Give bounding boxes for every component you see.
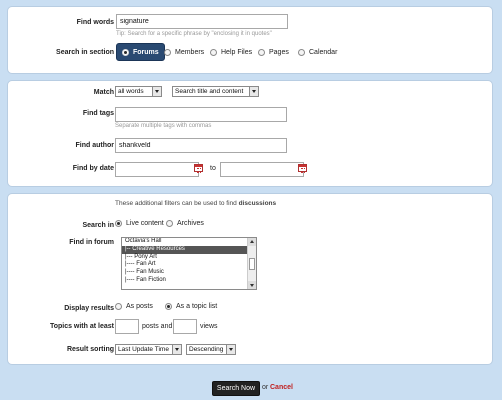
result-sorting-label: Result sorting (66, 346, 114, 353)
forum-list-item[interactable]: |---- Fan Music (122, 269, 256, 277)
sort-order-select[interactable]: Descending (186, 344, 236, 355)
topics-at-least-label: Topics with at least (49, 323, 114, 330)
find-words-input[interactable] (116, 14, 288, 29)
radio-icon (166, 220, 173, 227)
chevron-down-icon (172, 345, 181, 354)
section-option-calendar[interactable]: Calendar (298, 49, 337, 56)
radio-checked-icon (165, 303, 172, 310)
forum-list-item[interactable]: Octavia's Hall (122, 238, 256, 246)
match-mode-select[interactable]: all words (115, 86, 162, 97)
search-in-live-content[interactable]: Live content (115, 220, 164, 227)
find-words-tip: Tip: Search for a specific phrase by "en… (116, 31, 272, 37)
section-option-members[interactable]: Members (164, 49, 204, 56)
date-from-input[interactable] (115, 162, 199, 177)
match-scope-select[interactable]: Search title and content (172, 86, 259, 97)
date-to-input[interactable] (220, 162, 304, 177)
find-tags-label: Find tags (82, 110, 114, 117)
scroll-down-icon[interactable] (248, 281, 256, 289)
find-author-label: Find author (75, 142, 115, 149)
radio-icon (258, 49, 265, 56)
additional-filters-panel: These additional filters can be used to … (7, 193, 493, 365)
calendar-icon[interactable] (298, 164, 307, 173)
radio-icon (164, 49, 171, 56)
radio-checked-icon (115, 220, 122, 227)
date-to-label: to (210, 165, 216, 172)
display-as-posts[interactable]: As posts (115, 303, 153, 310)
radio-icon (210, 49, 217, 56)
match-label: Match (93, 89, 114, 96)
search-in-label: Search in (82, 222, 114, 229)
forum-list-item[interactable]: |--- Pony Art (122, 254, 256, 262)
find-words-label: Find words (76, 19, 114, 26)
display-results-label: Display results (64, 305, 114, 312)
sort-field-select[interactable]: Last Update Time (115, 344, 182, 355)
radio-checked-icon (122, 48, 129, 56)
cancel-link[interactable]: Cancel (270, 384, 293, 391)
filters-note: These additional filters can be used to … (115, 200, 277, 207)
posts-and-label: posts and (142, 323, 173, 330)
search-in-archives[interactable]: Archives (166, 220, 204, 227)
section-option-forums[interactable]: Forums (116, 43, 165, 61)
search-criteria-panel: Match all words Search title and content… (7, 80, 493, 187)
radio-icon (298, 49, 305, 56)
find-in-forum-label: Find in forum (69, 239, 114, 246)
calendar-icon[interactable] (194, 164, 203, 173)
forum-listbox[interactable]: Octavia's Hall |-- Creative Resources |-… (121, 237, 257, 290)
chevron-down-icon (152, 87, 161, 96)
display-as-topic-list[interactable]: As a topic list (165, 303, 217, 310)
or-text: or (262, 384, 269, 391)
radio-icon (115, 303, 122, 310)
find-author-input[interactable] (115, 138, 287, 153)
scroll-thumb[interactable] (249, 258, 255, 270)
min-views-input[interactable] (173, 319, 197, 334)
chevron-down-icon (249, 87, 258, 96)
listbox-scrollbar[interactable] (247, 238, 256, 289)
search-section-label: Search in section (56, 49, 114, 56)
find-by-date-label: Find by date (72, 165, 114, 172)
forum-list-item[interactable]: |---- Fan Fiction (122, 277, 256, 285)
forum-list-item[interactable]: |---- Fan Art (122, 261, 256, 269)
search-now-button[interactable]: Search Now (212, 381, 260, 396)
section-option-pages[interactable]: Pages (258, 49, 289, 56)
scroll-up-icon[interactable] (248, 238, 256, 246)
find-tags-input[interactable] (115, 107, 287, 122)
chevron-down-icon (226, 345, 235, 354)
search-keywords-panel: Find words Tip: Search for a specific ph… (7, 6, 493, 74)
find-tags-hint: Separate multiple tags with commas (115, 123, 212, 129)
views-label: views (200, 323, 218, 330)
min-posts-input[interactable] (115, 319, 139, 334)
forum-list-item-selected[interactable]: |-- Creative Resources (122, 245, 256, 254)
section-option-help-files[interactable]: Help Files (210, 49, 252, 56)
